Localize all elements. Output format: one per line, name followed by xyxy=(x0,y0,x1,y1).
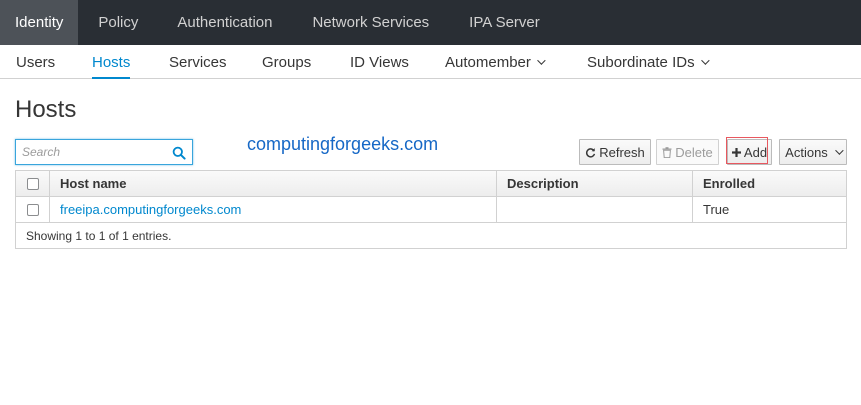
page-title: Hosts xyxy=(15,96,77,123)
search-icon[interactable] xyxy=(172,146,186,160)
host-name-cell: freeipa.computingforgeeks.com xyxy=(50,197,497,222)
watermark-text: computingforgeeks.com xyxy=(247,134,439,154)
search-box[interactable] xyxy=(15,139,193,165)
tab-authentication[interactable]: Authentication xyxy=(158,0,292,45)
tab-ipa-server[interactable]: IPA Server xyxy=(449,0,560,45)
hosts-table: Host name Description Enrolled freeipa.c… xyxy=(15,170,847,249)
add-button-label: Add xyxy=(743,144,768,160)
tab-network-services[interactable]: Network Services xyxy=(292,0,449,45)
add-button[interactable]: Add xyxy=(727,139,772,165)
table-footer-summary: Showing 1 to 1 of 1 entries. xyxy=(26,228,172,243)
chevron-down-icon xyxy=(700,56,710,65)
actions-dropdown-button[interactable]: Actions xyxy=(779,139,847,165)
subnav-item-label: Groups xyxy=(262,53,312,71)
table-row: freeipa.computingforgeeks.com True xyxy=(16,197,846,223)
refresh-button[interactable]: Refresh xyxy=(579,139,651,165)
trash-icon xyxy=(662,146,672,158)
subnav-item-label: Subordinate IDs xyxy=(587,53,695,71)
subnav-item-automember[interactable]: Automember xyxy=(445,45,546,79)
delete-button[interactable]: Delete xyxy=(656,139,719,165)
subnav-item-label: Automember xyxy=(445,53,531,71)
host-name-link[interactable]: freeipa.computingforgeeks.com xyxy=(60,202,241,217)
subnav-item-label: Users xyxy=(16,53,56,71)
sub-navigation: Users Hosts Services Groups ID Views Aut… xyxy=(0,45,861,79)
tab-identity[interactable]: Identity xyxy=(0,0,79,45)
top-navigation: Identity Policy Authentication Network S… xyxy=(0,0,861,45)
description-cell xyxy=(497,197,693,222)
subnav-item-hosts[interactable]: Hosts xyxy=(92,45,131,79)
table-header-row: Host name Description Enrolled xyxy=(16,171,846,197)
subnav-item-users[interactable]: Users xyxy=(16,45,55,79)
delete-button-label: Delete xyxy=(675,144,713,160)
subnav-item-label: Hosts xyxy=(92,53,131,71)
plus-icon xyxy=(731,147,741,157)
chevron-down-icon xyxy=(834,146,844,155)
column-header-host-name[interactable]: Host name xyxy=(50,171,497,196)
row-select-cell xyxy=(16,197,50,222)
subnav-item-services[interactable]: Services xyxy=(169,45,227,79)
select-all-checkbox[interactable] xyxy=(26,177,39,190)
enrolled-cell: True xyxy=(703,202,730,217)
actions-button-label: Actions xyxy=(785,144,828,160)
subnav-item-groups[interactable]: Groups xyxy=(262,45,311,79)
subnav-item-label: Services xyxy=(169,53,227,71)
column-header-enrolled[interactable]: Enrolled xyxy=(693,171,846,196)
search-input[interactable] xyxy=(16,140,166,164)
subnav-item-label: ID Views xyxy=(350,53,409,71)
refresh-icon xyxy=(585,147,596,158)
subnav-item-id-views[interactable]: ID Views xyxy=(350,45,409,79)
select-all-cell xyxy=(16,171,50,196)
subnav-item-subordinate-ids[interactable]: Subordinate IDs xyxy=(587,45,710,79)
row-checkbox[interactable] xyxy=(26,203,39,216)
column-header-description[interactable]: Description xyxy=(497,171,693,196)
chevron-down-icon xyxy=(537,56,546,65)
tab-policy[interactable]: Policy xyxy=(78,0,158,45)
refresh-button-label: Refresh xyxy=(599,144,645,160)
